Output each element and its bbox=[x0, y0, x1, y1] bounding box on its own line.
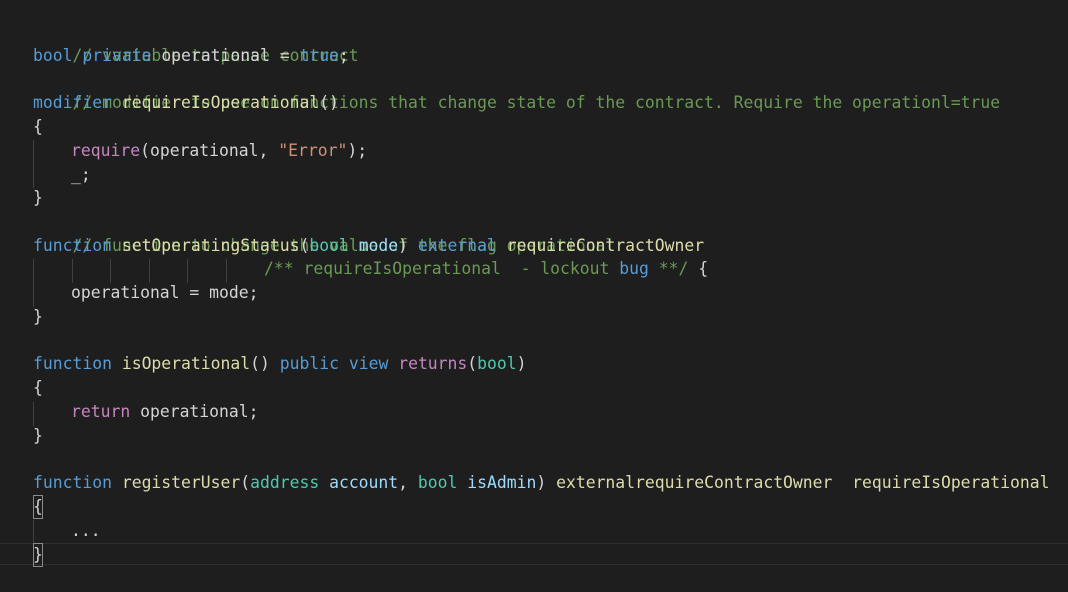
function-call: require bbox=[71, 141, 141, 160]
indent-guide bbox=[187, 259, 188, 283]
code-line[interactable]: bool private operational = true; bbox=[33, 44, 349, 68]
punctuation: ( bbox=[299, 236, 310, 255]
code-line[interactable]: // modifier to use on functions that cha… bbox=[33, 67, 1000, 112]
comment: /** requireIsOperational - lockout bbox=[264, 259, 620, 278]
code-line[interactable]: /** requireIsOperational - lockout bug *… bbox=[264, 257, 708, 281]
current-line-highlight bbox=[0, 543, 1068, 565]
keyword: view bbox=[348, 354, 389, 373]
code-line[interactable]: ... bbox=[71, 519, 101, 543]
code-line[interactable]: } bbox=[33, 305, 43, 329]
code-line[interactable]: function isOperational() public view ret… bbox=[33, 352, 527, 376]
indent-guide bbox=[33, 402, 34, 426]
code-line[interactable]: } bbox=[33, 424, 43, 448]
parameter: isAdmin bbox=[467, 473, 537, 492]
code-line[interactable]: { bbox=[33, 115, 43, 139]
type: bool bbox=[309, 236, 349, 255]
keyword: public bbox=[279, 354, 339, 373]
punctuation: ( bbox=[467, 354, 478, 373]
code-line[interactable]: function setOperatingStatus(bool mode) e… bbox=[33, 234, 704, 258]
keyword: true bbox=[299, 46, 339, 65]
punctuation: ( bbox=[140, 141, 150, 160]
matched-bracket: } bbox=[33, 543, 43, 567]
punctuation: , bbox=[258, 141, 279, 160]
parameter: account bbox=[329, 473, 399, 492]
punctuation: ; bbox=[248, 402, 259, 421]
keyword: return bbox=[71, 402, 131, 421]
brace: { bbox=[688, 259, 709, 278]
brace: } bbox=[33, 426, 43, 445]
function-name: registerUser bbox=[121, 473, 241, 492]
parameter: mode bbox=[358, 236, 399, 255]
brace: } bbox=[33, 307, 43, 326]
punctuation: ) bbox=[398, 236, 409, 255]
code-line[interactable]: // function to change the value of the f… bbox=[33, 210, 615, 255]
keyword: returns bbox=[398, 354, 468, 373]
code-line[interactable]: } bbox=[33, 186, 43, 210]
operator: = bbox=[269, 46, 300, 65]
ellipsis: ... bbox=[71, 521, 101, 540]
identifier: operational bbox=[161, 46, 270, 65]
keyword: function bbox=[33, 236, 112, 255]
punctuation: ; bbox=[338, 46, 349, 65]
identifier: _; bbox=[71, 165, 91, 184]
keyword: external bbox=[417, 236, 497, 255]
code-line[interactable]: modifier requireIsOperational() bbox=[33, 91, 339, 115]
code-line[interactable]: function registerUser(address account, b… bbox=[33, 471, 1050, 495]
code-editor[interactable]: // variable to pause contract bool priva… bbox=[0, 0, 1068, 592]
function-name: requireIsOperational bbox=[121, 93, 320, 112]
type: address bbox=[250, 473, 320, 492]
function-name: isOperational bbox=[121, 354, 251, 373]
identifier: mode bbox=[209, 283, 249, 302]
function-name: setOperatingStatus bbox=[121, 236, 300, 255]
identifier: operational bbox=[140, 402, 249, 421]
brace: } bbox=[33, 188, 43, 207]
matched-bracket: { bbox=[33, 495, 43, 519]
identifier: operational bbox=[71, 283, 180, 302]
code-line[interactable]: operational = mode; bbox=[71, 281, 259, 305]
indent-guide bbox=[149, 259, 150, 283]
keyword: private bbox=[82, 46, 152, 65]
code-line[interactable]: _; bbox=[71, 163, 91, 187]
punctuation: , bbox=[398, 473, 418, 492]
modifier-name: externalrequireContractOwner requireIsOp… bbox=[556, 473, 1050, 492]
indent-guide bbox=[110, 259, 111, 283]
code-line[interactable]: } bbox=[33, 543, 43, 567]
punctuation: () bbox=[319, 93, 339, 112]
punctuation: ( bbox=[240, 473, 251, 492]
indent-guide bbox=[72, 259, 73, 283]
brace: { bbox=[33, 378, 43, 397]
modifier-name: requireContractOwner bbox=[506, 236, 705, 255]
operator: = bbox=[179, 283, 210, 302]
punctuation: ) bbox=[516, 354, 527, 373]
keyword: bool bbox=[33, 46, 73, 65]
punctuation: ; bbox=[248, 283, 259, 302]
keyword: modifier bbox=[33, 93, 112, 112]
punctuation: ); bbox=[347, 141, 368, 160]
indent-guide bbox=[33, 520, 34, 544]
indent-guide bbox=[226, 259, 227, 283]
punctuation: () bbox=[250, 354, 270, 373]
identifier: operational bbox=[149, 141, 259, 160]
brace: { bbox=[33, 117, 43, 136]
keyword: function bbox=[33, 354, 112, 373]
comment-tag: bug bbox=[619, 259, 649, 278]
comment: **/ bbox=[648, 259, 689, 278]
type: bool bbox=[477, 354, 517, 373]
code-line[interactable]: return operational; bbox=[71, 400, 259, 424]
type: bool bbox=[417, 473, 458, 492]
code-line[interactable]: // variable to pause contract bbox=[33, 20, 358, 65]
keyword: function bbox=[33, 473, 112, 492]
indent-guide bbox=[33, 140, 34, 188]
code-line[interactable]: require(operational, "Error"); bbox=[71, 139, 367, 163]
punctuation: ) bbox=[536, 473, 547, 492]
code-line[interactable]: { bbox=[33, 376, 43, 400]
code-line[interactable]: { bbox=[33, 495, 43, 519]
string-literal: "Error" bbox=[278, 141, 348, 160]
